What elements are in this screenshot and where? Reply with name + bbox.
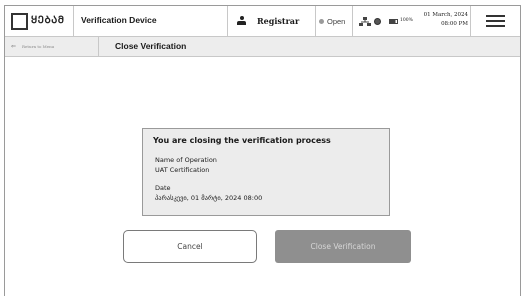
date-field-label: Date xyxy=(155,184,171,192)
date-time: 01 March, 2024 08:00 PM xyxy=(418,11,468,29)
logo: ᲧᲔᲑᲐᲛ xyxy=(11,10,69,32)
status-indicator: Open xyxy=(315,6,352,36)
system-tray: 100% 01 March, 2024 08:00 PM xyxy=(353,6,470,36)
top-bar: ᲧᲔᲑᲐᲛ Verification Device Registrar Open xyxy=(5,6,520,37)
return-to-menu-label: Return to Menu xyxy=(22,44,55,49)
device-title: Verification Device xyxy=(81,15,157,25)
app-window: ᲧᲔᲑᲐᲛ Verification Device Registrar Open xyxy=(4,5,521,296)
verification-summary-card: You are closing the verification process… xyxy=(142,128,390,216)
back-arrow-icon: ⇐ xyxy=(11,43,17,50)
logo-mark-icon xyxy=(11,12,28,30)
network-icon xyxy=(359,17,371,26)
battery-icon xyxy=(389,19,398,24)
battery-level: 100% xyxy=(400,17,413,23)
divider xyxy=(73,6,74,36)
summary-title: You are closing the verification process xyxy=(153,136,331,145)
status-dot-icon xyxy=(319,18,324,24)
time-label: 08:00 PM xyxy=(441,21,468,27)
user-menu[interactable]: Registrar xyxy=(227,6,315,36)
gear-icon[interactable] xyxy=(374,18,381,25)
status-label: Open xyxy=(327,16,346,26)
return-to-menu-link[interactable]: ⇐ Return to Menu xyxy=(11,37,54,56)
operation-name-value: UAT Certification xyxy=(155,166,210,174)
menu-button[interactable] xyxy=(471,6,520,36)
operation-name-label: Name of Operation xyxy=(155,156,217,164)
person-icon xyxy=(237,16,246,26)
user-role-label: Registrar xyxy=(257,16,300,26)
cancel-button[interactable]: Cancel xyxy=(123,230,257,263)
date-label: 01 March, 2024 xyxy=(423,12,468,18)
page-title: Close Verification xyxy=(115,41,187,51)
date-field-value: პარასკევი, 01 მარტი, 2024 08:00 xyxy=(155,194,263,202)
hamburger-menu-icon xyxy=(486,15,505,27)
close-verification-button[interactable]: Close Verification xyxy=(275,230,411,263)
logo-text: ᲧᲔᲑᲐᲛ xyxy=(31,14,65,26)
divider xyxy=(98,37,99,56)
sub-header: ⇐ Return to Menu Close Verification xyxy=(5,37,520,57)
